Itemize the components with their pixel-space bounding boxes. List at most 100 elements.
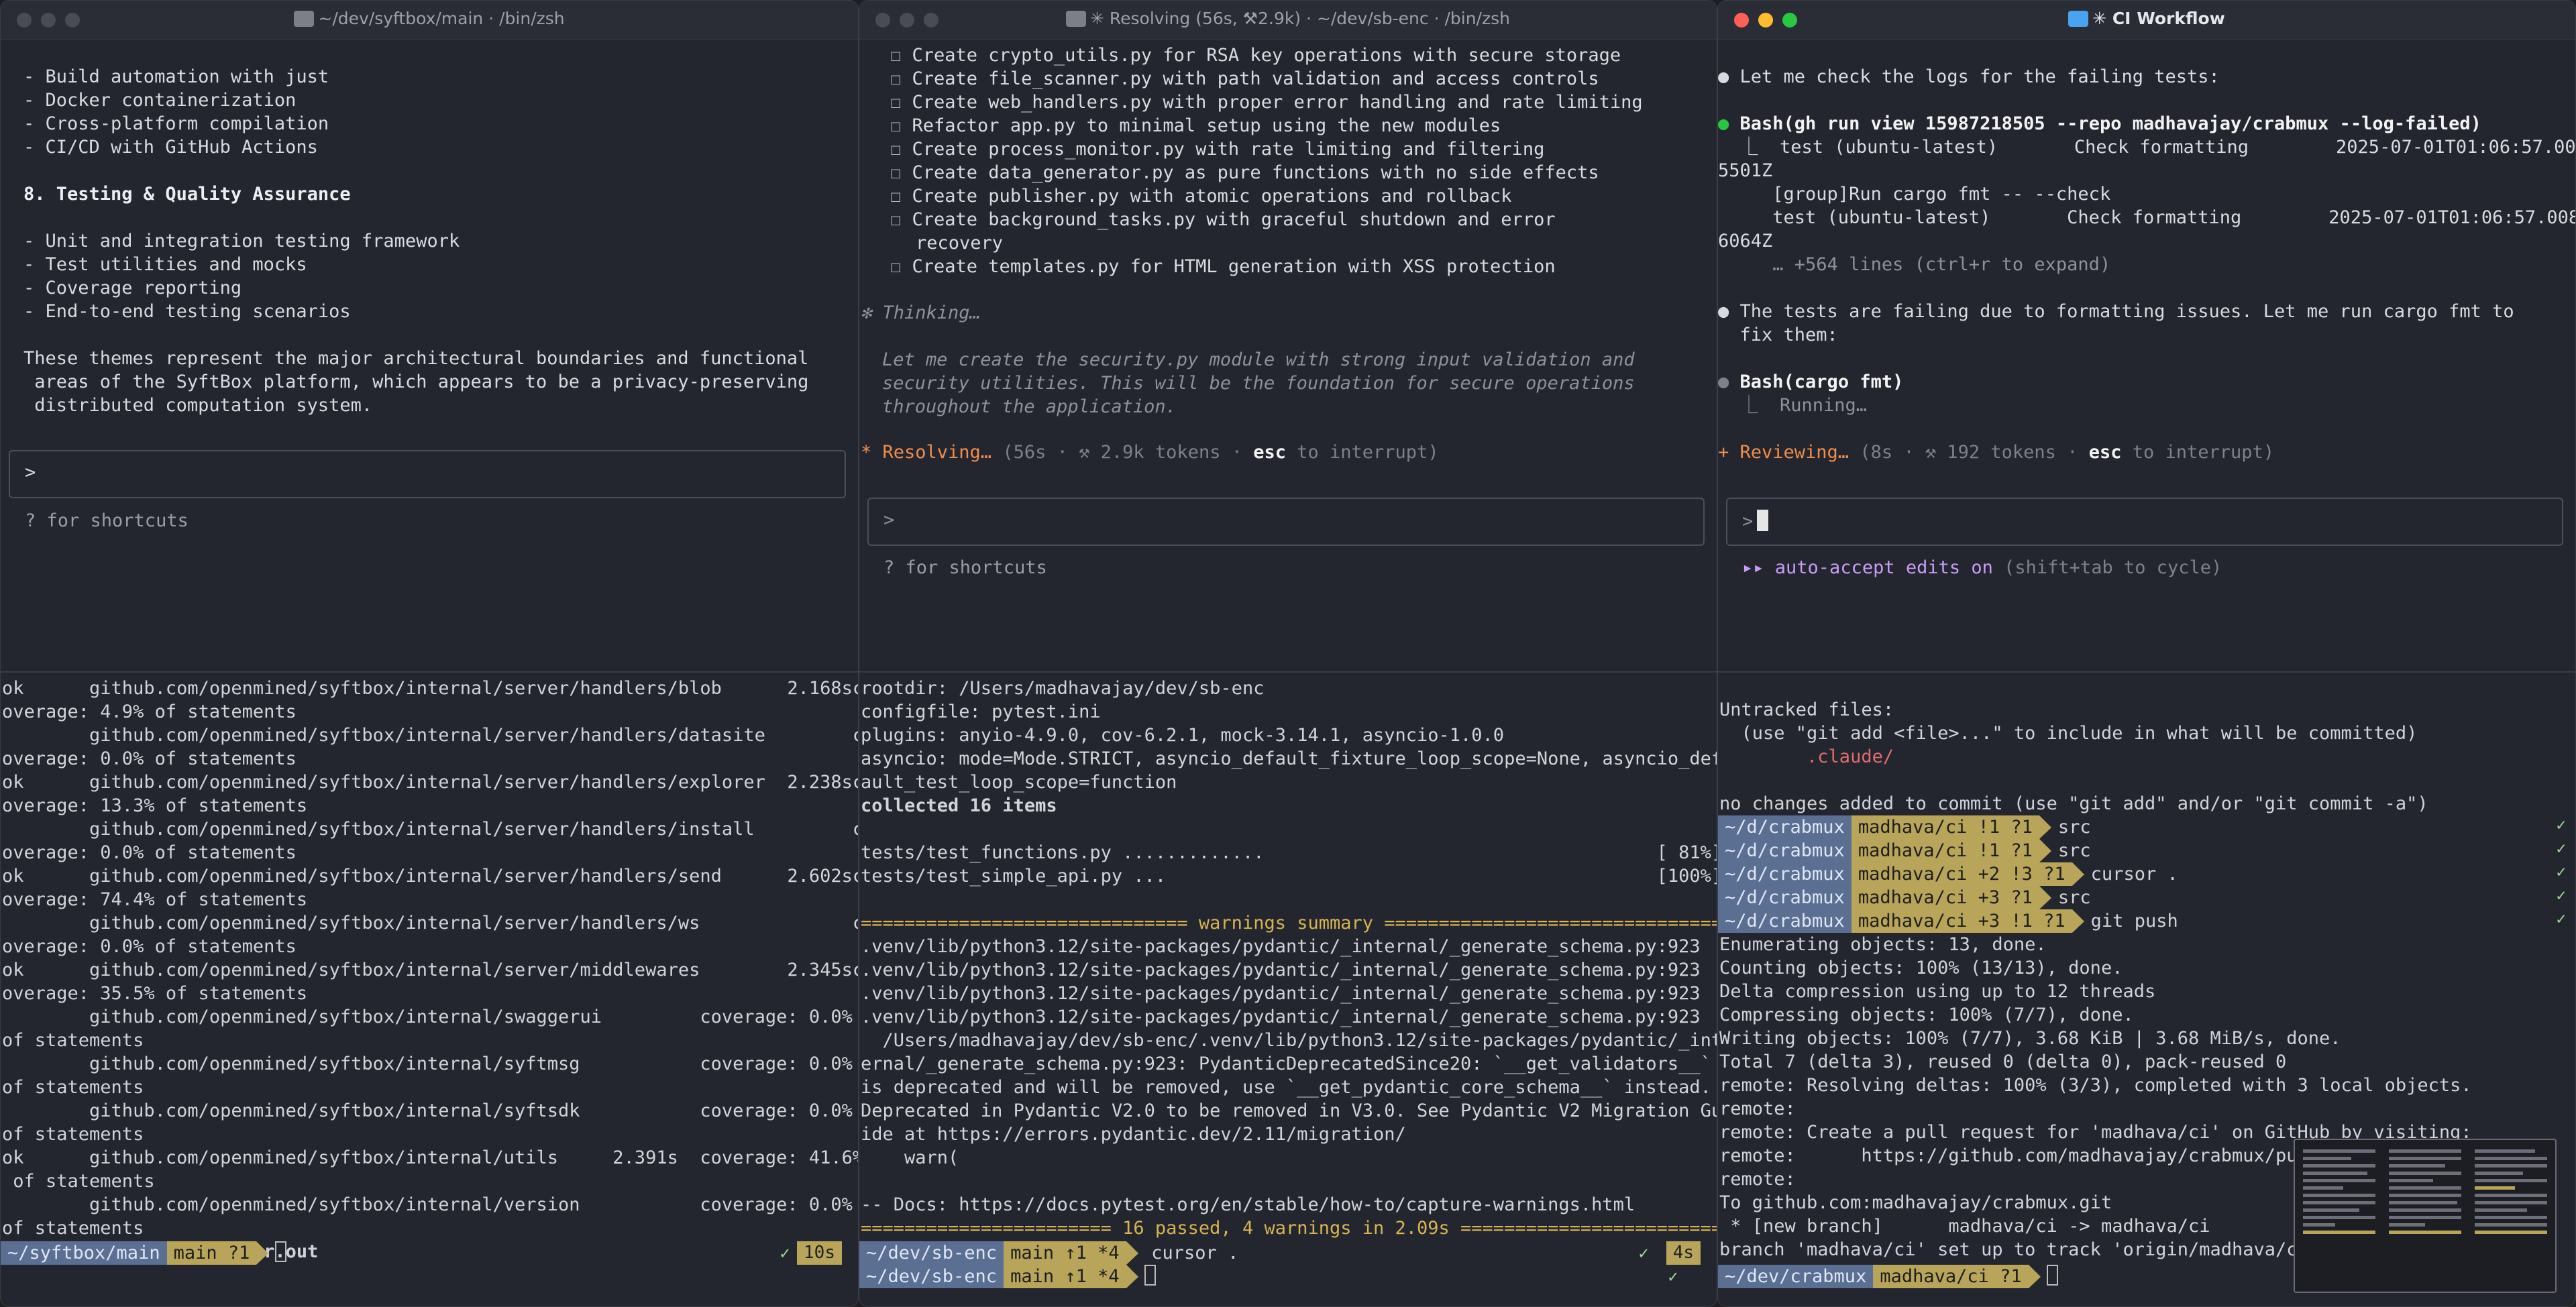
pytest-line: /Users/madhavajay/dev/sb-enc/.venv/lib/p… <box>861 1030 1717 1051</box>
pytest-line <box>861 817 1717 841</box>
pytest-line: ======================= 16 passed, 4 war… <box>861 1218 1717 1239</box>
thinking-line: security utilities. This will be the fou… <box>882 373 1635 394</box>
terminal-cursor <box>2047 1265 2059 1286</box>
pytest-line: collected 16 items <box>861 795 1057 816</box>
prompt-command: src <box>2057 887 2091 908</box>
git-line: no changes added to commit (use "git add… <box>1719 793 2428 814</box>
test-output-line: overage: 0.0% of statements <box>2 842 297 863</box>
todo-text: Create file_scanner.py with path validat… <box>912 68 1599 89</box>
status-line: * Resolving… (56s · ⚒ 2.9k tokens · esc … <box>861 441 1439 464</box>
todo-item: ☐ Create data_generator.py as pure funct… <box>890 161 1717 184</box>
prompt-dir: ~/d/crabmux <box>1718 909 1851 933</box>
pytest-line: Deprecated in Pydantic V2.0 to be remove… <box>861 1100 1717 1121</box>
terminal-window-sb-enc[interactable]: ✳ Resolving (56s, ⚒2.9k) · ~/dev/sb-enc … <box>859 0 1717 1307</box>
shell-prompt-1[interactable]: ~/dev/sb-enc main ↑1 *4 cursor . ✓ 4s <box>859 1241 1717 1265</box>
test-output-line: overage: 0.0% of statements <box>2 748 297 769</box>
test-output-line: of statements <box>2 1077 144 1098</box>
shell-pane[interactable]: ok github.com/openmined/syftbox/internal… <box>1 671 858 1306</box>
prompt-arrow <box>2039 815 2051 839</box>
terminal-cursor <box>275 1241 287 1262</box>
todo-item: ☐ Refactor app.py to minimal setup using… <box>890 114 1717 137</box>
claude-pane[interactable]: - Build automation with just - Docker con… <box>1 40 858 670</box>
test-output-line: github.com/openmined/syftbox/internal/sy… <box>2 1054 853 1074</box>
status-check: ✓ <box>1638 1243 1649 1263</box>
test-output-line: github.com/openmined/syftbox/internal/se… <box>2 725 858 746</box>
pytest-line: ide at https://errors.pydantic.dev/2.11/… <box>861 1124 1406 1145</box>
claude-output: ● Let me check the logs for the failing … <box>1718 65 2575 464</box>
pytest-line: .venv/lib/python3.12/site-packages/pydan… <box>861 1007 1701 1027</box>
prompt-history: ~/d/crabmux madhava/ci !1 ?1 src ✓ ~/d/crabm… <box>1718 815 2575 933</box>
prompt-arrow <box>1126 1265 1138 1288</box>
title-bar[interactable]: ✳ Resolving (56s, ⚒2.9k) · ~/dev/sb-enc … <box>859 1 1717 40</box>
pytest-line: warn( <box>861 1147 959 1168</box>
test-output-line: overage: 4.9% of statements <box>2 701 297 722</box>
todo-text: recovery <box>916 233 1004 253</box>
bash-call-1: ● Bash(gh run view 15987218505 --repo ma… <box>1718 113 2481 134</box>
prompt-row: ~/d/crabmux madhava/ci +3 ?1 src ✓ <box>1718 886 2575 909</box>
pytest-line: asyncio: mode=Mode.STRICT, asyncio_defau… <box>861 748 1717 769</box>
bash-output-line: 6064Z <box>1718 231 1773 251</box>
checkbox-icon: ☐ <box>890 92 912 113</box>
claude-pane[interactable]: ☐ Create crypto_utils.py for RSA key ope… <box>859 40 1717 670</box>
window-title-text: ✳ CI Workflow <box>2092 9 2225 28</box>
shell-prompt-2[interactable]: ~/dev/sb-enc main ↑1 *4 ✓ <box>859 1265 1717 1288</box>
git-push-line: remote: <box>1719 1098 1796 1119</box>
prompt-branch: madhava/ci +3 !1 ?1 <box>1851 909 2072 933</box>
todo-text: Create crypto_utils.py for RSA key opera… <box>912 45 1621 66</box>
thinking-line: Let me create the security.py module wit… <box>882 349 1635 370</box>
bash-command: Bash(gh run view 15987218505 --repo madh… <box>1739 113 2481 134</box>
window-title: ✳ CI Workflow <box>1718 9 2575 28</box>
shell-output: ok github.com/openmined/syftbox/internal… <box>1 673 858 1263</box>
screenshot-thumbnail[interactable] <box>2294 1139 2557 1293</box>
checkbox-icon: ☐ <box>890 162 912 183</box>
status-check: ✓ <box>1668 1267 1678 1286</box>
test-output-line: ok github.com/openmined/syftbox/internal… <box>2 960 858 980</box>
claude-pane[interactable]: ● Let me check the logs for the failing … <box>1718 40 2575 670</box>
pytest-line: rootdir: /Users/madhavajay/dev/sb-enc <box>861 678 1265 699</box>
fast-forward-icon: ▸▸ <box>1742 557 1764 578</box>
title-bar[interactable]: ✳ CI Workflow <box>1718 1 2575 40</box>
prompt-command: cursor . <box>2090 864 2178 885</box>
pytest-line: .venv/lib/python3.12/site-packages/pydan… <box>861 983 1701 1004</box>
shell-prompt[interactable]: ~/syftbox/main main ?1 ✓ 10s <box>1 1241 858 1265</box>
prompt-dir: ~/d/crabmux <box>1718 886 1851 909</box>
auto-accept-indicator[interactable]: ▸▸ auto-accept edits on (shift+tab to cy… <box>1742 557 2222 578</box>
git-push-line: Enumerating objects: 13, done. <box>1719 934 2047 955</box>
checkbox-icon: ☐ <box>890 186 912 207</box>
terminal-window-ci-workflow[interactable]: ✳ CI Workflow ● Let me check the logs fo… <box>1717 0 2576 1307</box>
checkbox-icon: ☐ <box>890 68 912 89</box>
pytest-line: configfile: pytest.ini <box>861 701 1101 722</box>
pytest-line: plugins: anyio-4.9.0, cov-6.2.1, mock-3.… <box>861 725 1505 746</box>
prompt-command: git push <box>2090 911 2178 931</box>
prompt-input[interactable]: > <box>9 450 846 498</box>
test-output-line: github.com/openmined/syftbox/internal/sy… <box>2 1100 853 1121</box>
prompt-arrow <box>2028 1265 2041 1288</box>
pytest-line: tests/test_functions.py ............. [ … <box>861 842 1717 863</box>
prompt-branch: madhava/ci !1 ?1 <box>1851 815 2039 839</box>
shell-pane[interactable]: Untracked files: (use "git add <file>...… <box>1718 671 2575 1306</box>
output-text: - Build automation with just - Docker con… <box>1 40 858 417</box>
test-output-line: overage: 74.4% of statements <box>2 889 308 910</box>
terminal-window-syftbox[interactable]: ~/dev/syftbox/main · /bin/zsh - Build au… <box>0 0 859 1307</box>
todo-text: Create web_handlers.py with proper error… <box>912 92 1643 113</box>
prompt-dir: ~/dev/sb-enc <box>859 1265 1004 1288</box>
git-push-line: Compressing objects: 100% (7/7), done. <box>1719 1005 2134 1025</box>
checkbox-icon: ☐ <box>890 45 912 66</box>
prompt-branch: madhava/ci ?1 <box>1873 1265 2029 1288</box>
checkbox-icon: ☐ <box>890 256 912 277</box>
prompt-input[interactable]: > <box>1726 498 2563 546</box>
todo-text: Refactor app.py to minimal setup using t… <box>912 115 1501 136</box>
prompt-symbol-text: > <box>1742 511 1754 532</box>
title-bar[interactable]: ~/dev/syftbox/main · /bin/zsh <box>1 1 858 40</box>
bash-output-line: test (ubuntu-latest) Check formatting 20… <box>1718 207 2575 228</box>
prompt-row: ~/d/crabmux madhava/ci +3 !1 ?1 git push ✓ <box>1718 909 2575 933</box>
test-output-line: ok github.com/openmined/syftbox/internal… <box>2 772 858 793</box>
prompt-input[interactable]: > <box>867 498 1705 546</box>
bash-command: Bash(cargo fmt) <box>1739 372 1904 392</box>
output-line: - Unit and integration testing framework <box>23 231 460 251</box>
status-word: + Reviewing… <box>1718 442 1849 463</box>
prompt-dir: ~/d/crabmux <box>1718 815 1851 839</box>
shell-pane[interactable]: rootdir: /Users/madhavajay/dev/sb-enc con… <box>859 671 1717 1306</box>
prompt-branch: madhava/ci +3 ?1 <box>1851 886 2039 909</box>
